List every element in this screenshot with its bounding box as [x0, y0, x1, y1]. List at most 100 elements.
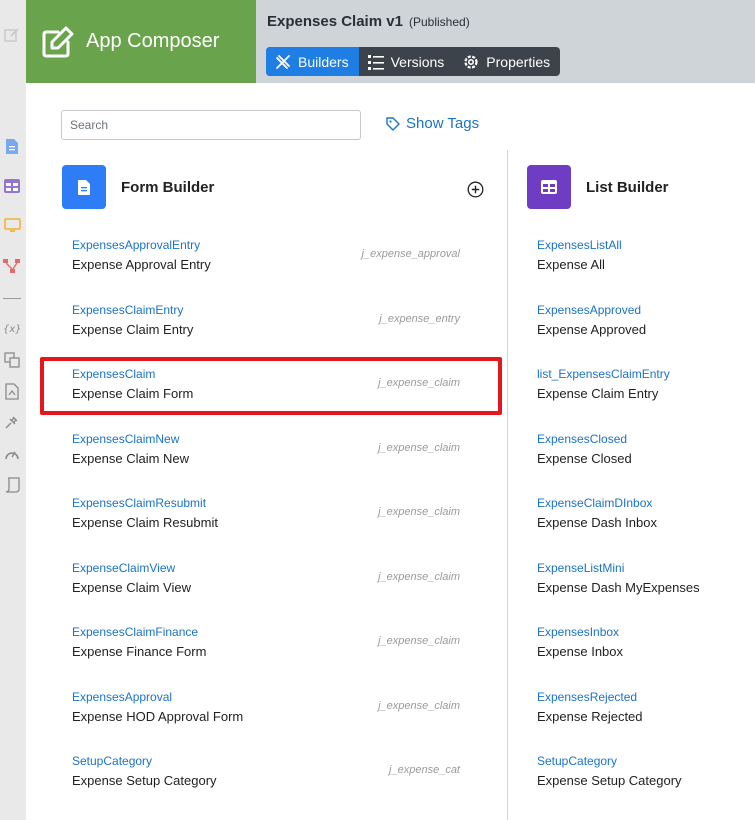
list-item[interactable]: ExpensesInbox Expense Inbox [537, 625, 747, 675]
form-item-table: j_expense_claim [378, 377, 460, 389]
list-icon [367, 54, 384, 70]
form-item-label: Expense Approval Entry [72, 257, 211, 272]
list-item[interactable]: ExpensesRejected Expense Rejected [537, 690, 747, 740]
edit-icon[interactable] [3, 26, 21, 44]
plugin-icon[interactable] [3, 413, 21, 431]
form-item-table: j_expense_entry [379, 313, 460, 325]
show-tags-label: Show Tags [406, 115, 480, 132]
form-item[interactable]: ExpenseClaimView Expense Claim View j_ex… [72, 561, 460, 611]
list-item-code[interactable]: list_ExpensesClaimEntry [537, 367, 670, 381]
list-item-label: Expense Dash Inbox [537, 515, 657, 530]
variable-icon[interactable]: {x} [3, 319, 21, 337]
form-item[interactable]: ExpensesClaimResubmit Expense Claim Resu… [72, 496, 460, 546]
list-item-code[interactable]: ExpenseListMini [537, 561, 624, 575]
form-icon[interactable] [3, 137, 21, 155]
form-item-selected[interactable]: ExpensesClaim Expense Claim Form j_expen… [72, 367, 460, 417]
form-item-label: Expense Finance Form [72, 644, 207, 659]
form-item-code[interactable]: ExpensesClaimFinance [72, 625, 198, 639]
tab-properties-label: Properties [486, 53, 551, 70]
tab-versions[interactable]: Versions [359, 47, 455, 76]
translate-icon[interactable] [3, 351, 21, 369]
form-item[interactable]: SetupCategory Expense Setup Category j_e… [72, 754, 460, 804]
dashboard-icon[interactable] [3, 445, 21, 463]
form-item-code[interactable]: ExpensesClaim [72, 367, 155, 381]
list-item-code[interactable]: ExpenseClaimDInbox [537, 496, 652, 510]
form-item-table: j_expense_claim [378, 506, 460, 518]
list-builder-title: List Builder [586, 179, 669, 196]
form-item[interactable]: ExpensesClaimFinance Expense Finance For… [72, 625, 460, 675]
form-item-table: j_expense_approval [361, 248, 460, 260]
list-item-code[interactable]: ExpensesListAll [537, 238, 622, 252]
screen-icon[interactable] [3, 217, 21, 235]
list-item-code[interactable]: SetupCategory [537, 754, 617, 768]
form-item-label: Expense Claim Entry [72, 322, 194, 337]
plus-circle-icon [467, 181, 484, 198]
rail-separator [3, 298, 21, 299]
tab-builders-label: Builders [298, 53, 349, 70]
add-form-button[interactable] [467, 181, 484, 198]
list-item-label: Expense All [537, 257, 605, 272]
form-item-code[interactable]: ExpensesClaimNew [72, 432, 179, 446]
tab-properties[interactable]: Properties [454, 47, 560, 76]
list-item[interactable]: ExpensesListAll Expense All [537, 238, 747, 288]
brand-header[interactable]: App Composer [26, 0, 256, 83]
list-item[interactable]: list_ExpensesClaimEntry Expense Claim En… [537, 367, 747, 417]
svg-text:{x}: {x} [3, 324, 21, 335]
app-header: Expenses Claim v1 (Published) Builders V… [256, 0, 755, 83]
list-item-label: Expense Claim Entry [537, 386, 659, 401]
form-item-code[interactable]: ExpensesClaimResubmit [72, 496, 206, 510]
column-divider [507, 150, 508, 820]
tools-icon [276, 54, 290, 69]
form-item-table: j_expense_claim [378, 571, 460, 583]
form-item[interactable]: ExpensesClaimNew Expense Claim New j_exp… [72, 432, 460, 482]
list-item[interactable]: ExpensesApproved Expense Approved [537, 303, 747, 353]
search-input[interactable] [61, 110, 361, 140]
flow-icon[interactable] [3, 257, 21, 275]
app-name: Expenses Claim v1 [267, 13, 403, 30]
brand-title: App Composer [86, 30, 220, 52]
list-item-label: Expense Approved [537, 322, 647, 337]
form-item-code[interactable]: ExpenseClaimView [72, 561, 175, 575]
form-item-table: j_expense_claim [378, 700, 460, 712]
form-item[interactable]: ExpensesClaimEntry Expense Claim Entry j… [72, 303, 460, 353]
form-item-label: Expense Claim Form [72, 386, 194, 401]
form-item[interactable]: ExpensesApproval Expense HOD Approval Fo… [72, 690, 460, 740]
show-tags-link[interactable]: Show Tags [386, 115, 479, 132]
list-item-label: Expense Dash MyExpenses [537, 580, 700, 595]
list-item[interactable]: SetupCategory Expense Setup Category [537, 754, 747, 804]
form-item-label: Expense Setup Category [72, 773, 217, 788]
app-composer-window: {x} App Composer Expenses Claim v1 (Publ… [0, 0, 755, 820]
form-item-table: j_expense_cat [389, 764, 460, 776]
form-item[interactable]: ExpensesApprovalEntry Expense Approval E… [72, 238, 460, 288]
script-icon[interactable] [3, 476, 21, 494]
tab-builders[interactable]: Builders [266, 47, 359, 76]
form-builder-title: Form Builder [121, 179, 215, 196]
form-item-code[interactable]: ExpensesApprovalEntry [72, 238, 200, 252]
form-item-label: Expense Claim View [72, 580, 191, 595]
list-builder-icon [527, 165, 571, 209]
table-icon[interactable] [3, 177, 21, 195]
tag-icon [386, 116, 400, 131]
list-item-label: Expense Rejected [537, 709, 643, 724]
app-composer-logo-icon [42, 26, 74, 57]
form-item-code[interactable]: SetupCategory [72, 754, 152, 768]
form-item-table: j_expense_claim [378, 442, 460, 454]
list-item-code[interactable]: ExpensesRejected [537, 690, 637, 704]
builder-tabs: Builders Versions Properties [266, 47, 561, 76]
list-item-label: Expense Setup Category [537, 773, 682, 788]
form-item-label: Expense Claim New [72, 451, 190, 466]
report-icon[interactable] [3, 382, 21, 400]
tab-versions-label: Versions [390, 53, 445, 70]
form-item-table: j_expense_claim [378, 635, 460, 647]
list-item[interactable]: ExpensesClosed Expense Closed [537, 432, 747, 482]
list-item-label: Expense Inbox [537, 644, 624, 659]
list-item-code[interactable]: ExpensesClosed [537, 432, 627, 446]
form-item-code[interactable]: ExpensesClaimEntry [72, 303, 183, 317]
list-item-code[interactable]: ExpensesApproved [537, 303, 641, 317]
gear-icon [464, 54, 478, 69]
form-item-label: Expense HOD Approval Form [72, 709, 244, 724]
list-item[interactable]: ExpenseClaimDInbox Expense Dash Inbox [537, 496, 747, 546]
list-item-code[interactable]: ExpensesInbox [537, 625, 619, 639]
form-item-code[interactable]: ExpensesApproval [72, 690, 172, 704]
list-item[interactable]: ExpenseListMini Expense Dash MyExpenses [537, 561, 747, 611]
